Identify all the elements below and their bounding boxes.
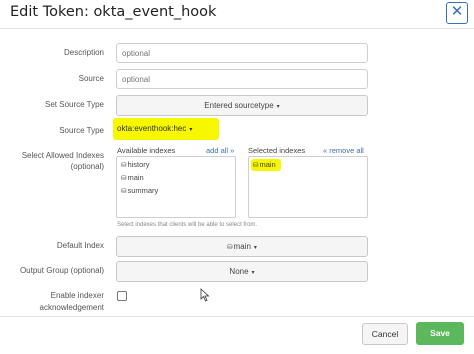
list-item[interactable]: ⛁main — [253, 160, 276, 169]
indexer-ack-label: Enable indexer — [50, 291, 104, 300]
available-indexes-list[interactable]: ⛁history ⛁main ⛁summary — [116, 156, 236, 218]
default-index-dropdown[interactable]: ⛁main ▾ — [116, 236, 368, 257]
database-icon: ⛁ — [253, 162, 259, 169]
source-type-label: Source Type — [59, 126, 104, 135]
list-item[interactable]: ⛁summary — [121, 186, 158, 195]
output-group-dropdown[interactable]: None ▾ — [116, 261, 368, 282]
source-input[interactable] — [116, 69, 368, 89]
description-input[interactable] — [116, 43, 368, 63]
chevron-down-icon: ▾ — [189, 127, 193, 133]
add-all-link[interactable]: add all » — [206, 146, 234, 155]
chevron-down-icon: ▾ — [253, 245, 257, 251]
close-icon[interactable]: ✕ — [446, 2, 468, 24]
source-type-value: okta:eventhook:hec — [117, 124, 187, 133]
source-label: Source — [78, 74, 104, 83]
save-button[interactable]: Save — [416, 322, 464, 345]
database-icon: ⛁ — [227, 244, 233, 251]
set-source-type-label: Set Source Type — [45, 100, 104, 109]
indexes-help-text: Select indexes that clients will be able… — [117, 222, 258, 228]
list-item[interactable]: ⛁main — [121, 173, 144, 182]
default-index-value: main — [233, 242, 251, 251]
set-source-type-dropdown[interactable]: Entered sourcetype ▾ — [116, 95, 368, 116]
selected-indexes-title: Selected indexes — [248, 146, 306, 155]
default-index-label: Default Index — [56, 241, 104, 250]
select-indexes-optional: (optional) — [70, 162, 104, 171]
indexer-ack-label-2: acknowledgement — [39, 303, 104, 312]
footer-divider — [0, 316, 474, 317]
select-indexes-label: Select Allowed Indexes — [21, 151, 104, 160]
available-indexes-title: Available indexes — [117, 146, 176, 155]
output-group-value: None — [229, 267, 249, 276]
database-icon: ⛁ — [121, 175, 127, 182]
source-type-dropdown[interactable]: okta:eventhook:hec ▾ — [117, 122, 192, 137]
set-source-type-value: Entered sourcetype — [204, 101, 274, 110]
indexer-ack-checkbox[interactable] — [117, 291, 127, 301]
output-group-label: Output Group (optional) — [19, 266, 104, 275]
database-icon: ⛁ — [121, 162, 127, 169]
header-divider — [0, 28, 474, 29]
cancel-button[interactable]: Cancel — [362, 323, 408, 345]
list-item[interactable]: ⛁history — [121, 160, 150, 169]
mouse-cursor-icon — [200, 288, 210, 302]
selected-indexes-list[interactable]: ⛁main — [248, 156, 368, 218]
dialog-title: Edit Token: okta_event_hook — [10, 4, 217, 20]
chevron-down-icon: ▾ — [251, 270, 255, 276]
remove-all-link[interactable]: « remove all — [323, 146, 364, 155]
chevron-down-icon: ▾ — [276, 104, 280, 110]
description-label: Description — [63, 48, 104, 57]
database-icon: ⛁ — [121, 188, 127, 195]
